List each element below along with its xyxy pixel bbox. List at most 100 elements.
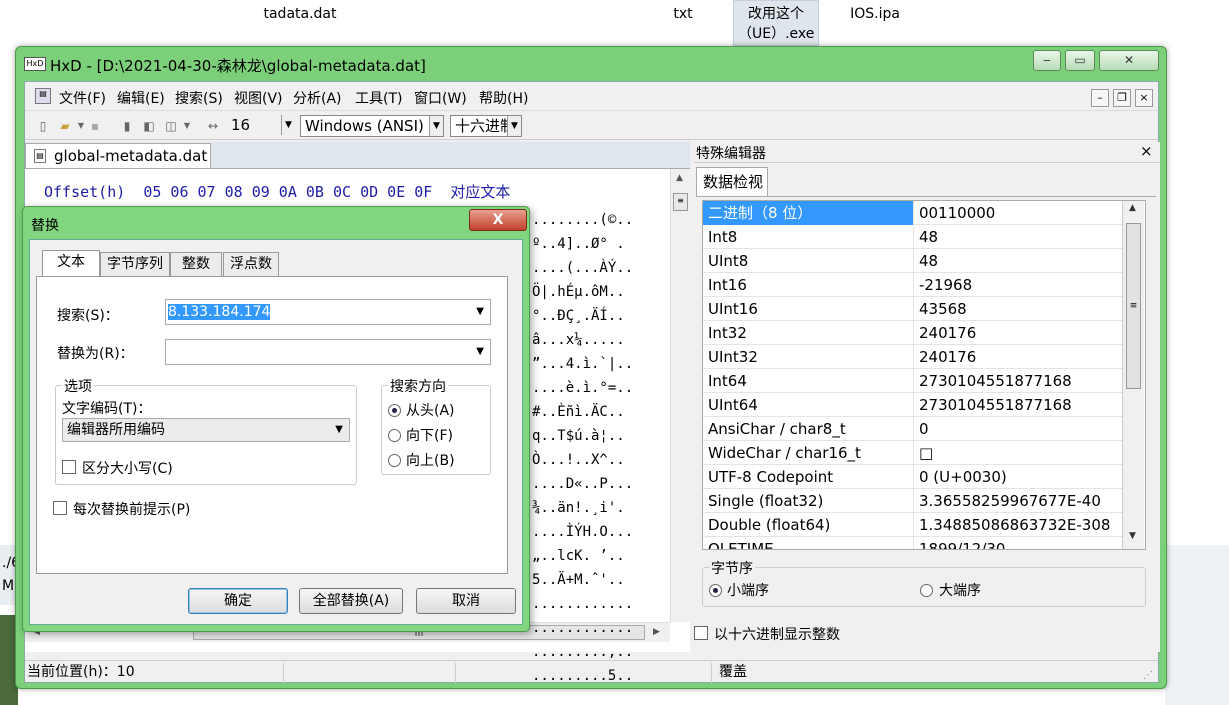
inspector-row[interactable]: Int64 2730104551877168 <box>703 369 1129 393</box>
text-column-line[interactable]: ....(...ÀÝ.. <box>532 256 652 280</box>
text-column-line[interactable]: #..Èñì.ÄC.. <box>532 400 652 424</box>
scroll-up-icon[interactable]: ▲ <box>676 173 683 183</box>
dialog-close-button[interactable]: X <box>469 209 527 231</box>
inspector-row-value[interactable]: 2730104551877168 <box>915 369 1129 393</box>
charset-select[interactable]: Windows (ANSI) ▼ <box>300 115 444 137</box>
tab-data-inspector[interactable]: 数据检视 <box>696 167 768 197</box>
save-icon[interactable]: ▪ <box>87 118 103 134</box>
chevron-down-icon[interactable]: ▼ <box>476 340 484 364</box>
inspector-row[interactable]: UInt32 240176 <box>703 345 1129 369</box>
text-column-line[interactable]: ............ <box>532 592 652 616</box>
inspector-row-value[interactable]: 48 <box>915 225 1129 249</box>
scroll-thumb[interactable]: ≡ <box>673 193 688 211</box>
little-endian-radio[interactable] <box>709 584 722 597</box>
title-bar[interactable]: HxD HxD - [D:\2021-04-30-森林龙\global-meta… <box>16 47 1166 81</box>
inspector-row-value[interactable]: 1899/12/30 <box>915 537 1129 549</box>
chevron-down-icon[interactable]: ▼ <box>335 419 343 441</box>
open-folder-icon[interactable]: ▰ <box>57 118 73 134</box>
vertical-scrollbar[interactable]: ▲ ≡ ▼ <box>1122 201 1144 549</box>
menu-search[interactable]: 搜索(S) <box>175 88 223 108</box>
text-column-line[interactable]: 5..Ä+M.ˆ'.. <box>532 568 652 592</box>
scroll-up-icon[interactable]: ▲ <box>1129 203 1136 213</box>
text-column-line[interactable]: ....D«..P... <box>532 472 652 496</box>
inspector-row[interactable]: Int8 48 <box>703 225 1129 249</box>
direction-all-radio[interactable] <box>388 404 401 417</box>
text-column-line[interactable]: .........,.. <box>532 640 652 664</box>
inspector-row[interactable]: Double (float64) 1.34885086863732E-308 <box>703 513 1129 537</box>
menu-help[interactable]: 帮助(H) <box>479 88 528 108</box>
case-sensitive-checkbox[interactable] <box>62 460 76 474</box>
chevron-down-icon[interactable]: ▼ <box>507 116 521 136</box>
hex-ints-checkbox[interactable] <box>694 626 708 640</box>
direction-down-radio[interactable] <box>388 429 401 442</box>
inspector-row[interactable]: UInt16 43568 <box>703 297 1129 321</box>
scroll-thumb[interactable]: ≡ <box>1126 223 1141 389</box>
close-button[interactable]: ✕ <box>1099 50 1159 71</box>
desktop-file-label[interactable]: IOS.ipa <box>840 4 910 24</box>
tab-global-metadata[interactable]: ▤ global-metadata.dat <box>25 143 211 169</box>
mdi-minimize-button[interactable]: – <box>1091 89 1109 107</box>
text-column-line[interactable]: ....è.ì.°=.. <box>532 376 652 400</box>
inspector-row[interactable]: WideChar / char16_t □ <box>703 441 1129 465</box>
inspector-row-value[interactable]: 48 <box>915 249 1129 273</box>
tab-float[interactable]: 浮点数 <box>223 252 279 276</box>
inspector-row[interactable]: Int16 -21968 <box>703 273 1129 297</box>
menu-edit[interactable]: 编辑(E) <box>117 88 165 108</box>
inspector-row-value[interactable]: 0 <box>915 417 1129 441</box>
text-column-line[interactable]: ”...4.ì.`|.. <box>532 352 652 376</box>
inspector-row-value[interactable]: 3.36558259967677E-40 <box>915 489 1129 513</box>
text-column-line[interactable]: Ò...!..X^.. <box>532 448 652 472</box>
desktop-file-label[interactable]: tadata.dat <box>250 4 350 24</box>
prompt-checkbox[interactable] <box>53 501 67 515</box>
inspector-grid[interactable]: 二进制（8 位） 00110000 Int8 48 UInt8 48 Int16 -21968… <box>702 200 1146 550</box>
disk-icon[interactable]: ▮ <box>119 118 135 134</box>
inspector-row-value[interactable]: -21968 <box>915 273 1129 297</box>
desktop-file-label[interactable]: 改用这个（UE）.exe <box>738 4 814 44</box>
ok-button[interactable]: 确定 <box>188 588 288 614</box>
inspector-row-value[interactable]: 2730104551877168 <box>915 393 1129 417</box>
chevron-down-icon[interactable]: ▼ <box>476 300 484 324</box>
menu-view[interactable]: 视图(V) <box>234 88 283 108</box>
tab-text[interactable]: 文本 <box>42 250 100 276</box>
menu-analysis[interactable]: 分析(A) <box>293 88 342 108</box>
text-column-line[interactable]: ....ÌÝH.O... <box>532 520 652 544</box>
text-column-line[interactable]: ¾..än!.¸i'. <box>532 496 652 520</box>
inspector-row[interactable]: UInt8 48 <box>703 249 1129 273</box>
inspector-row[interactable]: OLETIME 1899/12/30 <box>703 537 1129 549</box>
text-column-line[interactable]: º..4]..Ø° . <box>532 232 652 256</box>
inspector-row[interactable]: AnsiChar / char8_t 0 <box>703 417 1129 441</box>
chevron-down-icon[interactable]: ▼ <box>281 115 295 135</box>
replace-all-button[interactable]: 全部替换(A) <box>299 588 403 614</box>
inspector-row-value[interactable]: 1.34885086863732E-308 <box>915 513 1129 537</box>
inspector-row[interactable]: 二进制（8 位） 00110000 <box>703 201 1129 225</box>
inspector-row-value[interactable]: 240176 <box>915 345 1129 369</box>
mdi-close-button[interactable]: × <box>1135 89 1153 107</box>
scroll-down-icon[interactable]: ▼ <box>1129 531 1136 541</box>
ram-icon[interactable]: ◧ <box>141 118 157 134</box>
inspector-row-value[interactable]: 240176 <box>915 321 1129 345</box>
document-icon[interactable]: ▤ <box>35 88 51 104</box>
inspector-row-value[interactable]: □ <box>915 441 1129 465</box>
inspector-row-value[interactable]: 00110000 <box>915 201 1129 225</box>
chevron-down-icon[interactable]: ▼ <box>179 118 195 134</box>
text-column-line[interactable]: ........(©.. <box>532 208 652 232</box>
menu-tools[interactable]: 工具(T) <box>355 88 402 108</box>
chevron-down-icon[interactable]: ▼ <box>429 116 443 136</box>
new-file-icon[interactable]: ▯ <box>35 118 51 134</box>
text-column-line[interactable]: Ö|.hÉµ.ôM.. <box>532 280 652 304</box>
minimize-button[interactable]: ‒ <box>1033 50 1061 71</box>
direction-up-radio[interactable] <box>388 454 401 467</box>
desktop-file-label[interactable]: txt <box>660 4 706 24</box>
maximize-button[interactable]: ▭ <box>1065 50 1095 71</box>
text-column-line[interactable]: q..T$ú.à¦.. <box>532 424 652 448</box>
inspector-row[interactable]: UInt64 2730104551877168 <box>703 393 1129 417</box>
menu-window[interactable]: 窗口(W) <box>414 88 467 108</box>
inspector-row-value[interactable]: 43568 <box>915 297 1129 321</box>
text-column-line[interactable]: â...x¼..... <box>532 328 652 352</box>
column-width-icon[interactable]: ↔ <box>205 118 221 134</box>
vertical-scrollbar[interactable]: ▲ ≡ <box>670 169 690 622</box>
close-icon[interactable]: × <box>1140 142 1153 160</box>
replace-input[interactable]: ▼ <box>165 339 491 365</box>
tab-byte-sequence[interactable]: 字节序列 <box>100 252 170 276</box>
inspector-row[interactable]: Int32 240176 <box>703 321 1129 345</box>
